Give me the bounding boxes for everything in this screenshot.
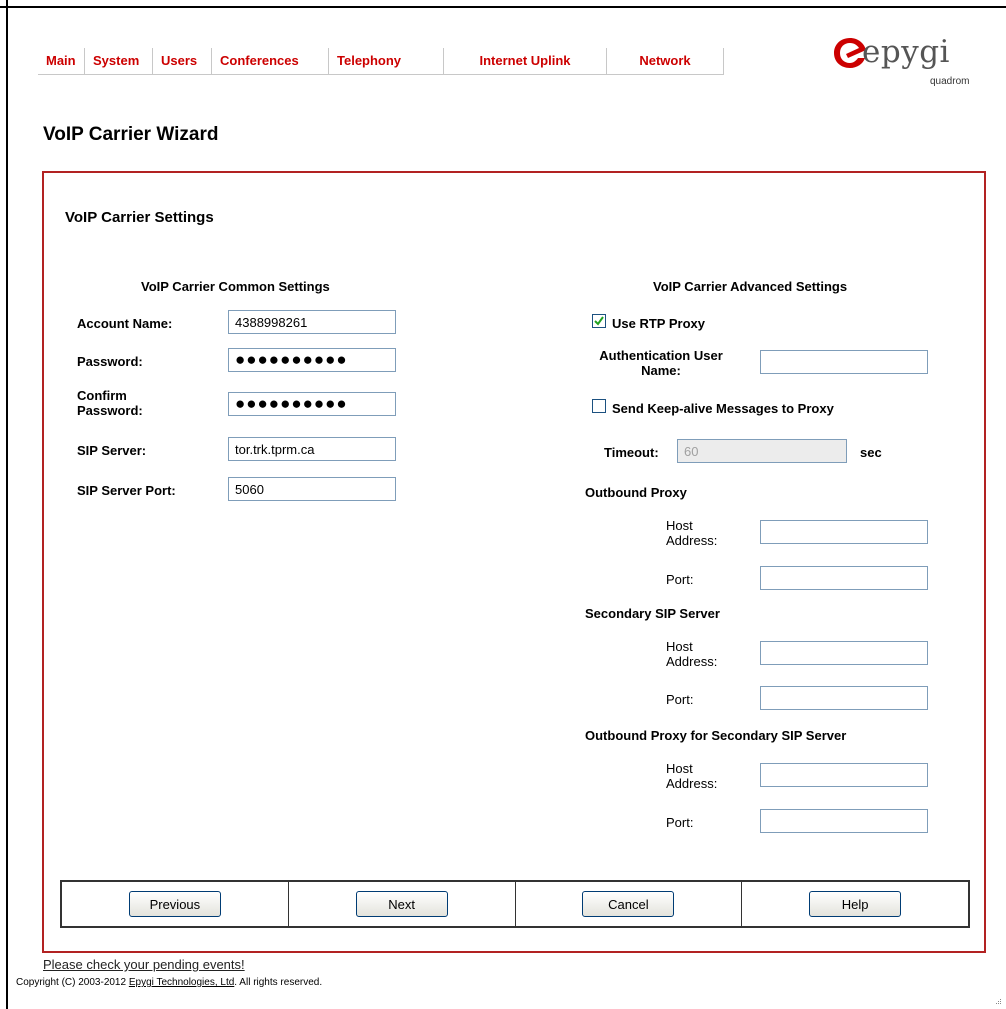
outbound-proxy-secondary-port-label: Port:: [666, 815, 694, 830]
keep-alive-label: Send Keep-alive Messages to Proxy: [612, 401, 834, 416]
window-frame-top: [0, 0, 1006, 8]
cancel-button[interactable]: Cancel: [582, 891, 675, 917]
settings-panel: VoIP Carrier Settings VoIP Carrier Commo…: [42, 171, 986, 953]
nav-item-conferences[interactable]: Conferences: [211, 48, 328, 74]
common-settings-title: VoIP Carrier Common Settings: [141, 279, 330, 294]
nav-item-system[interactable]: System: [84, 48, 152, 74]
outbound-proxy-port-label: Port:: [666, 572, 694, 587]
panel-title: VoIP Carrier Settings: [65, 209, 214, 226]
window-frame-left: [0, 0, 8, 1009]
password-field[interactable]: [228, 348, 396, 372]
password-label: Password:: [77, 354, 143, 369]
sip-server-label: SIP Server:: [77, 443, 147, 458]
next-button-cell: Next: [287, 882, 515, 926]
outbound-proxy-host-label: Host Address:: [666, 518, 718, 548]
use-rtp-proxy-checkbox[interactable]: [592, 314, 606, 328]
copyright-suffix: . All rights reserved.: [234, 977, 323, 988]
top-nav: Main System Users Conferences Telephony …: [38, 48, 724, 75]
keep-alive-checkbox[interactable]: [592, 399, 606, 413]
outbound-proxy-title: Outbound Proxy: [585, 485, 687, 500]
secondary-sip-host-label: Host Address:: [666, 639, 718, 669]
checkmark-icon: [594, 316, 604, 326]
page-title: VoIP Carrier Wizard: [43, 124, 219, 145]
cancel-button-cell: Cancel: [514, 882, 742, 926]
auth-user-name-label: Authentication User Name:: [599, 348, 723, 378]
previous-button-cell: Previous: [62, 882, 288, 926]
secondary-sip-host-field[interactable]: [760, 641, 928, 665]
nav-item-internet-uplink[interactable]: Internet Uplink: [443, 48, 606, 74]
account-name-field[interactable]: [228, 310, 396, 334]
resize-grip-icon[interactable]: [994, 997, 1002, 1005]
epygi-technologies-link[interactable]: Epygi Technologies, Ltd: [129, 977, 234, 988]
timeout-field[interactable]: [677, 439, 847, 463]
secondary-sip-title: Secondary SIP Server: [585, 606, 720, 621]
logo-wordmark: epygi: [862, 34, 950, 70]
help-button-cell: Help: [741, 882, 968, 926]
copyright: Copyright (C) 2003-2012 Epygi Technologi…: [16, 977, 322, 988]
nav-item-main[interactable]: Main: [38, 48, 84, 74]
logo-subtitle: quadrom: [930, 76, 970, 87]
auth-user-name-field[interactable]: [760, 350, 928, 374]
sip-server-field[interactable]: [228, 437, 396, 461]
outbound-proxy-port-field[interactable]: [760, 566, 928, 590]
epygi-logo: epygi quadrom: [832, 34, 992, 92]
nav-item-telephony[interactable]: Telephony: [328, 48, 443, 74]
nav-item-network[interactable]: Network: [606, 48, 723, 74]
account-name-label: Account Name:: [77, 316, 173, 331]
outbound-proxy-secondary-port-field[interactable]: [760, 809, 928, 833]
previous-button[interactable]: Previous: [128, 891, 221, 917]
nav-item-users[interactable]: Users: [152, 48, 211, 74]
help-button[interactable]: Help: [809, 891, 902, 917]
timeout-label: Timeout:: [604, 445, 659, 460]
wizard-button-bar: Previous Next Cancel Help: [60, 880, 970, 928]
outbound-proxy-secondary-host-field[interactable]: [760, 763, 928, 787]
sip-server-port-label: SIP Server Port:: [77, 483, 176, 498]
secondary-sip-port-field[interactable]: [760, 686, 928, 710]
secondary-sip-port-label: Port:: [666, 692, 694, 707]
use-rtp-proxy-label: Use RTP Proxy: [612, 316, 705, 331]
advanced-settings-title: VoIP Carrier Advanced Settings: [653, 279, 848, 294]
outbound-proxy-secondary-host-label: Host Address:: [666, 761, 718, 791]
pending-events-link[interactable]: Please check your pending events!: [43, 957, 245, 972]
copyright-prefix: Copyright (C) 2003-2012: [16, 977, 129, 988]
timeout-unit: sec: [860, 445, 882, 460]
outbound-proxy-secondary-title: Outbound Proxy for Secondary SIP Server: [585, 728, 847, 743]
outbound-proxy-host-field[interactable]: [760, 520, 928, 544]
sip-server-port-field[interactable]: [228, 477, 396, 501]
confirm-password-field[interactable]: [228, 392, 396, 416]
confirm-password-label: Confirm Password:: [77, 388, 143, 418]
next-button[interactable]: Next: [355, 891, 448, 917]
